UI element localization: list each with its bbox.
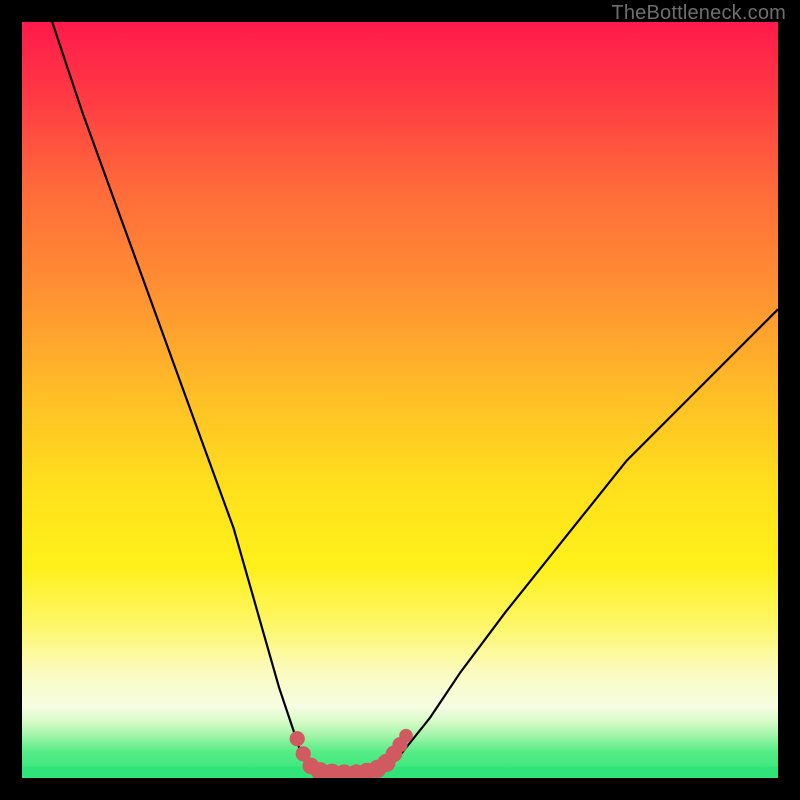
- chart-svg: [22, 22, 778, 778]
- marker-dot: [290, 731, 305, 746]
- marker-dot: [399, 729, 413, 743]
- outer-frame: TheBottleneck.com: [0, 0, 800, 800]
- gradient-background: [22, 22, 778, 778]
- green-band: [22, 767, 778, 778]
- plot-area: [22, 22, 778, 778]
- watermark-text: TheBottleneck.com: [611, 2, 786, 25]
